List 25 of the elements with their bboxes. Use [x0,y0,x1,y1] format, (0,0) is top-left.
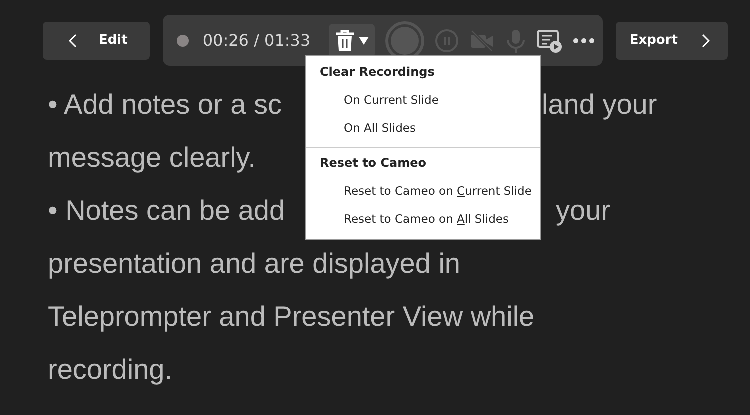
chevron-right-icon [702,34,710,48]
note-text: your [556,194,610,226]
note-text: Teleprompter and Presenter View while [48,300,535,332]
more-icon[interactable] [572,38,595,44]
menu-item[interactable]: Reset to Cameo on All Slides [306,207,540,235]
menu-item[interactable]: Reset to Cameo on Current Slide [306,179,540,207]
menu-heading: Clear Recordings [319,64,436,81]
note-text: message clearly. [48,142,256,174]
note-text: presentation and are displayed in [48,248,461,280]
record-dot-icon [176,34,189,46]
note-text: recording. [48,354,173,386]
note-text: land your [542,88,658,120]
caret-icon [358,36,369,44]
note-text: • Add notes or a sc [48,88,282,120]
edit-button[interactable]: Edit [43,22,150,60]
menu-item[interactable]: On All Slides [306,116,540,144]
timer: 00:26 / 01:33 [202,31,311,50]
teleprompter-icon[interactable] [536,28,563,52]
chevron-left-icon [69,34,77,48]
export-button[interactable]: Export [616,22,728,60]
trash-icon [334,30,355,52]
menu-item[interactable]: On Current Slide [306,88,540,116]
menu-heading: Reset to Cameo [319,155,428,172]
trash-dropdown-button[interactable] [328,24,375,58]
note-text: • Notes can be add [48,194,286,226]
